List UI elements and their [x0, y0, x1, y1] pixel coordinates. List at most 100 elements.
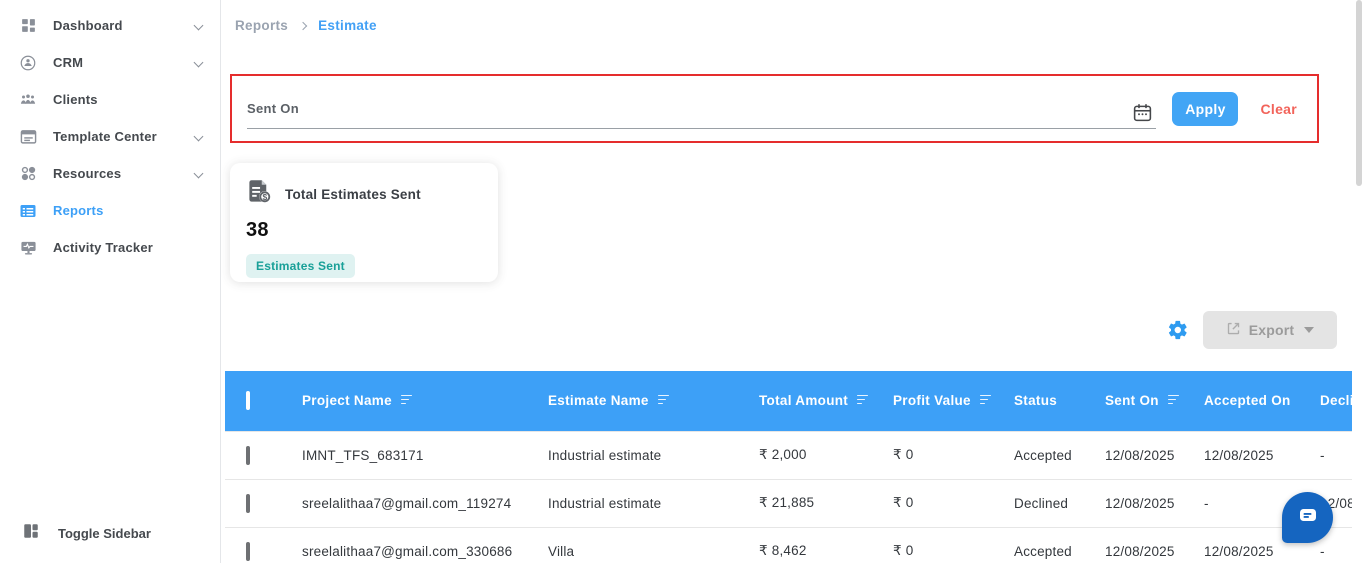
crm-icon [18, 53, 38, 73]
sidebar-item-crm[interactable]: CRM [0, 44, 220, 81]
cell-status: Declined [1014, 478, 1105, 527]
activity-tracker-icon [18, 238, 38, 258]
chevron-down-icon [193, 57, 204, 68]
export-icon [1226, 321, 1241, 339]
sidebar-item-label: CRM [53, 55, 84, 70]
toggle-sidebar-icon [22, 522, 40, 545]
sidebar: Dashboard CRM Clients Template Center Re… [0, 0, 221, 563]
template-center-icon [18, 127, 38, 147]
sidebar-item-template-center[interactable]: Template Center [0, 118, 220, 155]
cell-accepted-on: 12/08/2025 [1204, 430, 1320, 479]
column-header-project-name[interactable]: Project Name [302, 371, 548, 431]
resources-icon [18, 164, 38, 184]
sidebar-item-dashboard[interactable]: Dashboard [0, 7, 220, 44]
select-all-checkbox[interactable] [246, 391, 250, 411]
row-checkbox[interactable] [246, 493, 250, 513]
column-header-estimate-name[interactable]: Estimate Name [548, 371, 759, 431]
cell-profit-value: ₹ 0 [893, 430, 1014, 479]
toggle-sidebar-label: Toggle Sidebar [58, 525, 151, 541]
column-header-status: Status [1014, 371, 1105, 431]
table-row[interactable]: sreelalithaa7@gmail.com_330686 Villa ₹ 8… [225, 526, 1352, 563]
scrollbar-track[interactable] [1356, 0, 1362, 563]
table-toolbar: Export [1167, 311, 1337, 349]
breadcrumb-reports-link[interactable]: Reports [235, 18, 288, 33]
clear-button[interactable]: Clear [1260, 101, 1297, 117]
cell-project-name: sreelalithaa7@gmail.com_119274 [302, 478, 548, 527]
sent-on-placeholder: Sent On [247, 100, 299, 116]
svg-text:$: $ [262, 192, 267, 202]
reports-icon [18, 201, 38, 221]
row-checkbox[interactable] [246, 445, 250, 465]
cell-declined-on: - [1320, 430, 1352, 479]
sidebar-item-resources[interactable]: Resources [0, 155, 220, 192]
chat-icon [1296, 503, 1320, 532]
clients-icon [18, 90, 38, 110]
sidebar-item-label: Dashboard [53, 18, 123, 33]
cell-sent-on: 12/08/2025 [1105, 430, 1204, 479]
sidebar-item-reports[interactable]: Reports [0, 192, 220, 229]
cell-estimate-name: Villa [548, 526, 759, 563]
sidebar-item-label: Template Center [53, 129, 157, 144]
column-header-accepted-on: Accepted On [1204, 371, 1320, 431]
estimates-table: Project Name Estimate Name Total Amount … [225, 371, 1352, 563]
estimate-document-icon: $ [246, 178, 273, 210]
app-root: Dashboard CRM Clients Template Center Re… [0, 0, 1365, 563]
sidebar-item-clients[interactable]: Clients [0, 81, 220, 118]
sidebar-item-label: Activity Tracker [53, 240, 154, 255]
export-button[interactable]: Export [1203, 311, 1337, 349]
filter-icon[interactable] [979, 394, 991, 407]
scrollbar-thumb[interactable] [1356, 0, 1362, 186]
toggle-sidebar-button[interactable]: Toggle Sidebar [0, 515, 151, 551]
filter-icon[interactable] [400, 394, 412, 407]
sidebar-item-label: Resources [53, 166, 122, 181]
total-estimates-sent-card: $ Total Estimates Sent 38 Estimates Sent [230, 163, 498, 282]
cell-project-name: sreelalithaa7@gmail.com_330686 [302, 526, 548, 563]
sent-on-date-input[interactable]: Sent On [247, 89, 1157, 129]
table-header-row: Project Name Estimate Name Total Amount … [225, 371, 1352, 431]
stat-card-value: 38 [246, 219, 269, 241]
column-header-sent-on[interactable]: Sent On [1105, 371, 1204, 431]
breadcrumb: Reports Estimate [235, 18, 377, 33]
apply-button[interactable]: Apply [1172, 91, 1239, 126]
export-label: Export [1248, 322, 1295, 338]
sidebar-item-label: Clients [53, 92, 98, 107]
estimates-sent-badge: Estimates Sent [246, 254, 355, 278]
cell-total-amount: ₹ 2,000 [759, 430, 893, 479]
cell-sent-on: 12/08/2025 [1105, 478, 1204, 527]
column-header-declined-on: Declined On [1320, 371, 1352, 431]
filter-icon[interactable] [857, 394, 869, 407]
chevron-right-icon [298, 21, 308, 30]
cell-status: Accepted [1014, 526, 1105, 563]
calendar-icon[interactable] [1132, 102, 1154, 124]
table-row[interactable]: IMNT_TFS_683171 Industrial estimate ₹ 2,… [225, 430, 1352, 479]
chevron-down-icon [1304, 327, 1315, 333]
breadcrumb-estimate-current: Estimate [318, 18, 377, 33]
cell-estimate-name: Industrial estimate [548, 430, 759, 479]
column-header-profit-value[interactable]: Profit Value [893, 371, 1014, 431]
main-content: Reports Estimate Sent On Apply Clear $ T… [221, 0, 1365, 563]
cell-total-amount: ₹ 21,885 [759, 478, 893, 527]
filter-icon[interactable] [1167, 394, 1179, 407]
chevron-down-icon [193, 168, 204, 179]
date-filter-panel: Sent On Apply Clear [230, 74, 1319, 143]
row-checkbox[interactable] [246, 541, 250, 561]
column-header-total-amount[interactable]: Total Amount [759, 371, 893, 431]
cell-estimate-name: Industrial estimate [548, 478, 759, 527]
sidebar-item-activity-tracker[interactable]: Activity Tracker [0, 229, 220, 266]
chat-widget-button[interactable] [1282, 492, 1333, 543]
stat-card-title: Total Estimates Sent [285, 186, 421, 202]
cell-total-amount: ₹ 8,462 [759, 526, 893, 563]
cell-project-name: IMNT_TFS_683171 [302, 430, 548, 479]
filter-icon[interactable] [657, 394, 669, 407]
cell-sent-on: 12/08/2025 [1105, 526, 1204, 563]
sidebar-nav: Dashboard CRM Clients Template Center Re… [0, 0, 220, 266]
cell-profit-value: ₹ 0 [893, 526, 1014, 563]
cell-profit-value: ₹ 0 [893, 478, 1014, 527]
sidebar-item-label: Reports [53, 203, 104, 218]
gear-icon[interactable] [1167, 319, 1189, 341]
cell-status: Accepted [1014, 430, 1105, 479]
chevron-down-icon [193, 131, 204, 142]
chevron-down-icon [193, 20, 204, 31]
dashboard-icon [18, 16, 38, 36]
table-row[interactable]: sreelalithaa7@gmail.com_119274 Industria… [225, 478, 1352, 527]
